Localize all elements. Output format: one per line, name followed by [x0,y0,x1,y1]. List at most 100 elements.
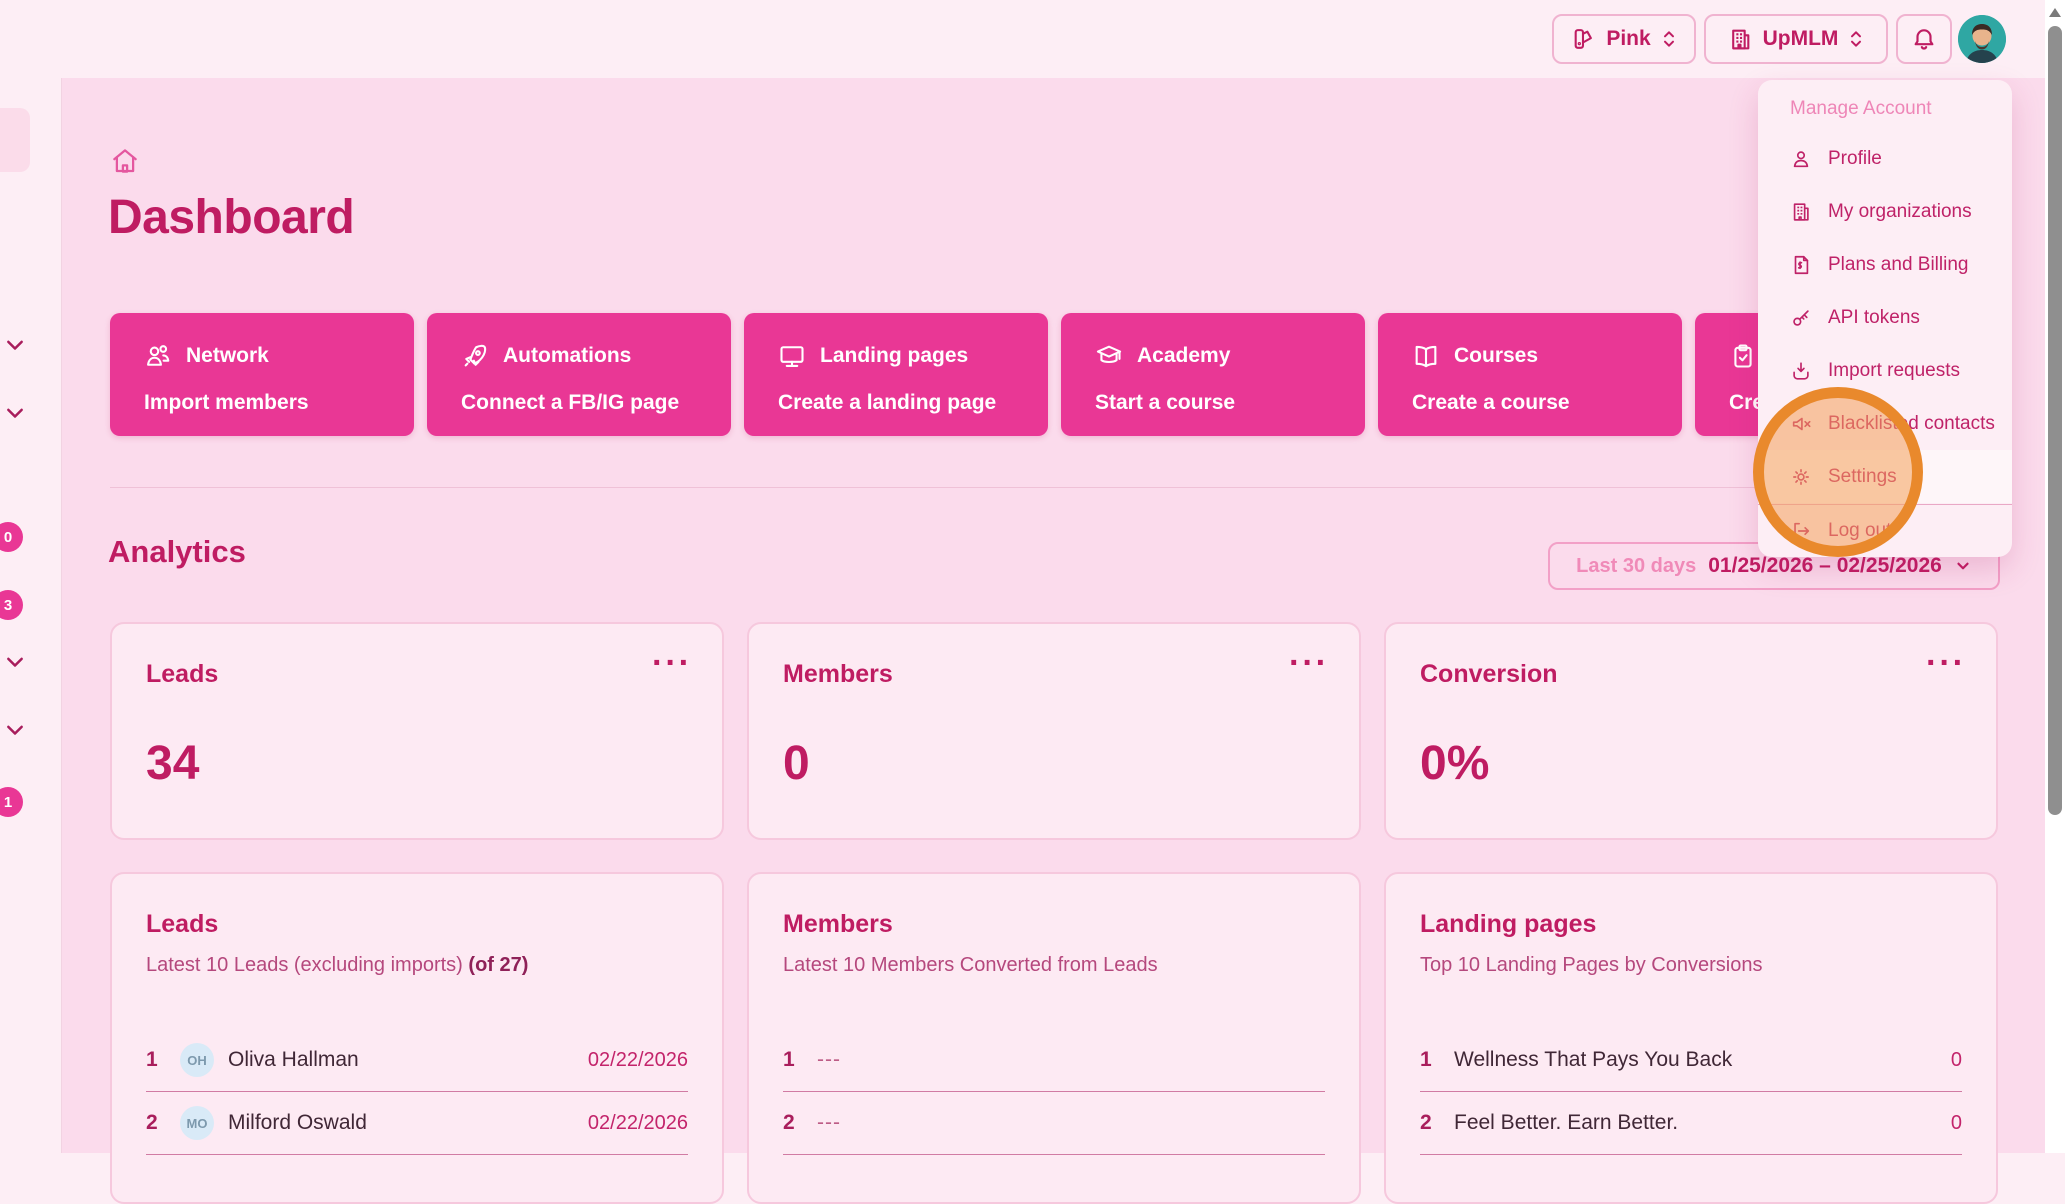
lead-date: 02/22/2026 [588,1112,688,1135]
swatch-icon [1571,27,1596,52]
list-card-members: Members Latest 10 Members Converted from… [747,872,1361,1204]
menu-item-plans-billing[interactable]: Plans and Billing [1758,238,2012,291]
stat-title: Leads [146,660,218,689]
lead-row[interactable]: 1 OH Oliva Hallman 02/22/2026 [146,1029,688,1092]
quick-action-label: Start a course [1095,391,1235,415]
bell-icon [1911,26,1937,52]
theme-selector[interactable]: Pink [1552,14,1696,64]
page-title: Dashboard [108,190,354,245]
menu-item-profile[interactable]: Profile [1758,132,2012,185]
chevron-down-icon[interactable] [5,407,25,421]
chevron-down-icon [1954,557,1972,575]
lead-date: 02/22/2026 [588,1049,688,1072]
sidebar: 0 3 1 [0,78,62,1153]
building-icon [1728,27,1753,52]
organization-selector[interactable]: UpMLM [1704,14,1888,64]
notifications-button[interactable] [1896,14,1952,64]
member-name: --- [817,1111,841,1135]
chevrons-updown-icon [1661,29,1677,49]
conversion-count: 0 [1951,1112,1962,1135]
quick-action-label: Import members [144,391,309,415]
home-icon[interactable] [110,146,140,176]
quick-action-network[interactable]: Network Import members [110,313,414,436]
clipboard-check-icon [1729,342,1757,370]
row-index: 2 [146,1111,166,1135]
stat-title: Members [783,660,893,689]
lead-name: Oliva Hallman [228,1048,359,1072]
stat-card-conversion: Conversion ··· 0% [1384,622,1998,840]
date-range-value: 01/25/2026 – 02/25/2026 [1708,554,1942,578]
lead-row[interactable]: 2 MO Milford Oswald 02/22/2026 [146,1092,688,1155]
chevrons-updown-icon [1848,29,1864,49]
card-menu-button[interactable]: ··· [1289,646,1329,680]
member-row[interactable]: 2 --- [783,1092,1325,1155]
import-icon [1790,360,1812,382]
stat-card-leads: Leads ··· 34 [110,622,724,840]
sidebar-count-badge[interactable]: 1 [0,787,23,817]
stat-value: 0% [1420,736,1489,791]
card-menu-button[interactable]: ··· [652,646,692,680]
landing-page-row[interactable]: 2 Feel Better. Earn Better. 0 [1420,1092,1962,1155]
member-row[interactable]: 1 --- [783,1029,1325,1092]
quick-action-label: Create a course [1412,391,1570,415]
menu-item-api-tokens[interactable]: API tokens [1758,291,2012,344]
theme-label: Pink [1606,27,1650,51]
quick-action-academy[interactable]: Academy Start a course [1061,313,1365,436]
avatar-initials: MO [180,1106,214,1140]
monitor-icon [778,342,806,370]
card-menu-button[interactable]: ··· [1926,646,1966,680]
list-card-landing-pages: Landing pages Top 10 Landing Pages by Co… [1384,872,1998,1204]
landing-page-name: Wellness That Pays You Back [1454,1048,1732,1072]
stat-value: 34 [146,736,199,791]
scrollbar-up-arrow[interactable] [2049,8,2061,17]
quick-action-automations[interactable]: Automations Connect a FB/IG page [427,313,731,436]
annotation-circle [1753,387,1923,557]
quick-action-title: Automations [503,344,631,368]
quick-action-title: Courses [1454,344,1538,368]
rocket-icon [461,342,489,370]
people-icon [144,342,172,370]
quick-action-title: Academy [1137,344,1230,368]
list-title: Leads [146,910,218,939]
row-index: 2 [783,1111,803,1135]
row-index: 2 [1420,1111,1440,1135]
list-subtitle: Top 10 Landing Pages by Conversions [1420,954,1762,977]
row-index: 1 [1420,1048,1440,1072]
date-preset-label: Last 30 days [1576,555,1696,578]
quick-action-label: Create a landing page [778,391,996,415]
quick-action-courses[interactable]: Courses Create a course [1378,313,1682,436]
stat-card-members: Members ··· 0 [747,622,1361,840]
lead-name: Milford Oswald [228,1111,367,1135]
list-title: Members [783,910,893,939]
menu-item-import-requests[interactable]: Import requests [1758,344,2012,397]
quick-action-label: Connect a FB/IG page [461,391,679,415]
account-menu-header: Manage Account [1790,98,1932,120]
quick-action-landing-pages[interactable]: Landing pages Create a landing page [744,313,1048,436]
avatar-illustration [1958,15,2006,63]
top-bar: Pink UpMLM [0,0,2065,78]
list-title: Landing pages [1420,910,1596,939]
sidebar-count-badge[interactable]: 0 [0,522,23,552]
user-icon [1790,148,1812,170]
analytics-heading: Analytics [108,534,246,570]
chevron-down-icon[interactable] [5,656,25,670]
scrollbar-thumb[interactable] [2048,26,2062,815]
quick-action-title: Network [186,344,269,368]
menu-item-my-organizations[interactable]: My organizations [1758,185,2012,238]
key-icon [1790,307,1812,329]
chevron-down-icon[interactable] [5,339,25,353]
stat-value: 0 [783,736,810,791]
building-icon [1790,201,1812,223]
invoice-icon [1790,254,1812,276]
scrollbar[interactable] [2045,0,2065,1153]
sidebar-active-item[interactable] [0,108,30,172]
user-avatar[interactable] [1958,15,2006,63]
graduation-cap-icon [1095,342,1123,370]
landing-page-row[interactable]: 1 Wellness That Pays You Back 0 [1420,1029,1962,1092]
sidebar-count-badge[interactable]: 3 [0,590,23,620]
member-name: --- [817,1048,841,1072]
organization-label: UpMLM [1763,27,1839,51]
stat-title: Conversion [1420,660,1558,689]
quick-action-title: Landing pages [820,344,968,368]
chevron-down-icon[interactable] [5,724,25,738]
